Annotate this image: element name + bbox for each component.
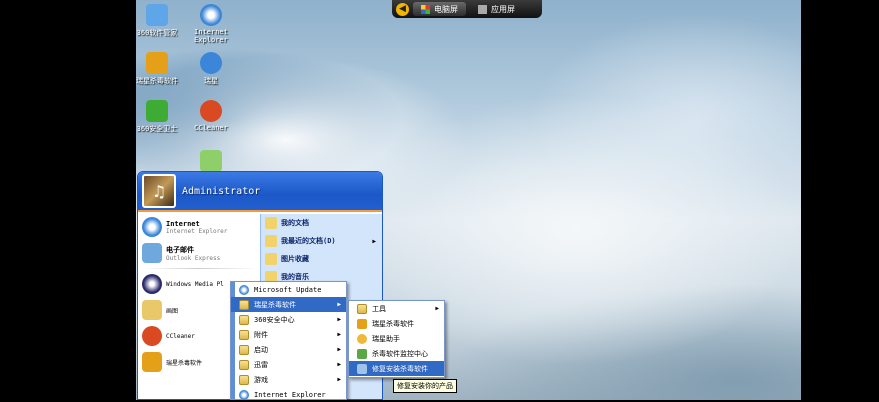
chevron-right-icon: ▶ — [435, 305, 439, 312]
menu-item-thunder[interactable]: 迅雷 ▶ — [231, 357, 346, 372]
recycle-bin-icon — [200, 150, 222, 172]
user-name: Administrator — [182, 185, 261, 197]
black-border-left — [0, 0, 136, 400]
internet-explorer-icon — [239, 389, 249, 400]
tab-computer-screen[interactable]: 电脑屏 — [413, 2, 466, 16]
my-documents-item[interactable]: 我的文档 — [261, 214, 382, 232]
chevron-right-icon: ▶ — [337, 316, 341, 323]
internet-explorer-icon — [142, 217, 162, 237]
menu-item-accessories[interactable]: 附件 ▶ — [231, 327, 346, 342]
chevron-right-icon: ▶ — [337, 361, 341, 368]
repair-install-icon — [357, 363, 367, 374]
rising-antivirus-icon — [357, 318, 367, 329]
folder-icon — [357, 303, 367, 314]
rising-helper-icon — [357, 333, 367, 344]
my-pictures-item[interactable]: 图片收藏 — [261, 250, 382, 268]
media-player-icon — [142, 274, 162, 294]
tab-app-screen[interactable]: 应用屏 — [470, 2, 523, 16]
outlook-express-icon — [142, 243, 162, 263]
chevron-right-icon: ▶ — [337, 376, 341, 383]
chevron-right-icon: ▶ — [337, 346, 341, 353]
monitor-center-icon — [357, 348, 367, 359]
pictures-folder-icon — [265, 253, 277, 265]
360-security-icon — [146, 100, 168, 122]
tooltip: 修复安装你的产品 — [393, 379, 457, 393]
folder-icon — [239, 314, 249, 325]
desktop-icon-ccleaner[interactable]: CCleaner — [178, 100, 244, 132]
folder-icon — [239, 359, 249, 370]
folder-icon — [239, 299, 249, 310]
rising-antivirus-submenu: 工具 ▶ 瑞星杀毒软件 瑞星助手 杀毒软件监控中心 修复安装杀毒软件 — [348, 300, 445, 378]
menu-item-startup[interactable]: 启动 ▶ — [231, 342, 346, 357]
ccleaner-icon — [200, 100, 222, 122]
internet-explorer-icon — [200, 4, 222, 26]
software-manager-icon — [146, 4, 168, 26]
menu-item-microsoft-update[interactable]: Microsoft Update — [231, 282, 346, 297]
pinned-email[interactable]: 电子邮件 Outlook Express — [138, 240, 260, 266]
folder-icon — [239, 374, 249, 385]
recent-documents-icon — [265, 235, 277, 247]
rising-icon — [200, 52, 222, 74]
chevron-right-icon: ▶ — [337, 301, 341, 308]
windows-logo-icon — [421, 4, 430, 14]
recent-documents-item[interactable]: 我最近的文档(D) ▶ — [261, 232, 382, 250]
menu-item-tools[interactable]: 工具 ▶ — [349, 301, 444, 316]
ccleaner-icon — [142, 326, 162, 346]
folder-icon — [239, 344, 249, 355]
pinned-internet[interactable]: Internet Internet Explorer — [138, 214, 260, 240]
chevron-right-icon: ▶ — [337, 331, 341, 338]
black-border-right — [801, 0, 879, 400]
menu-item-rising-antivirus[interactable]: 瑞星杀毒软件 — [349, 316, 444, 331]
user-avatar[interactable]: ♫ — [142, 174, 176, 208]
chevron-right-icon: ▶ — [372, 237, 376, 245]
back-arrow-icon[interactable]: ◀ — [396, 2, 409, 16]
desktop-icon-internet-explorer[interactable]: Internet Explorer — [178, 4, 244, 44]
update-icon — [239, 284, 249, 295]
menu-item-360-center[interactable]: 360安全中心 ▶ — [231, 312, 346, 327]
start-menu-header: ♫ Administrator — [138, 172, 382, 212]
documents-folder-icon — [265, 217, 277, 229]
apps-icon — [478, 4, 487, 14]
menu-item-rising-helper[interactable]: 瑞星助手 — [349, 331, 444, 346]
paint-icon — [142, 300, 162, 320]
menu-item-games[interactable]: 游戏 ▶ — [231, 372, 346, 387]
rising-antivirus-icon — [146, 52, 168, 74]
folder-icon — [239, 329, 249, 340]
menu-separator — [142, 268, 256, 269]
screen-switcher: ◀ 电脑屏 应用屏 — [392, 0, 542, 18]
menu-item-rising-antivirus-folder[interactable]: 瑞星杀毒软件 ▶ — [231, 297, 346, 312]
programs-menu: Microsoft Update 瑞星杀毒软件 ▶ 360安全中心 ▶ 附件 ▶… — [230, 281, 347, 400]
menu-item-repair-install[interactable]: 修复安装杀毒软件 — [349, 361, 444, 376]
rising-antivirus-icon — [142, 352, 162, 372]
menu-item-monitor-center[interactable]: 杀毒软件监控中心 — [349, 346, 444, 361]
desktop-icon-rising[interactable]: 瑞星 — [178, 52, 244, 86]
